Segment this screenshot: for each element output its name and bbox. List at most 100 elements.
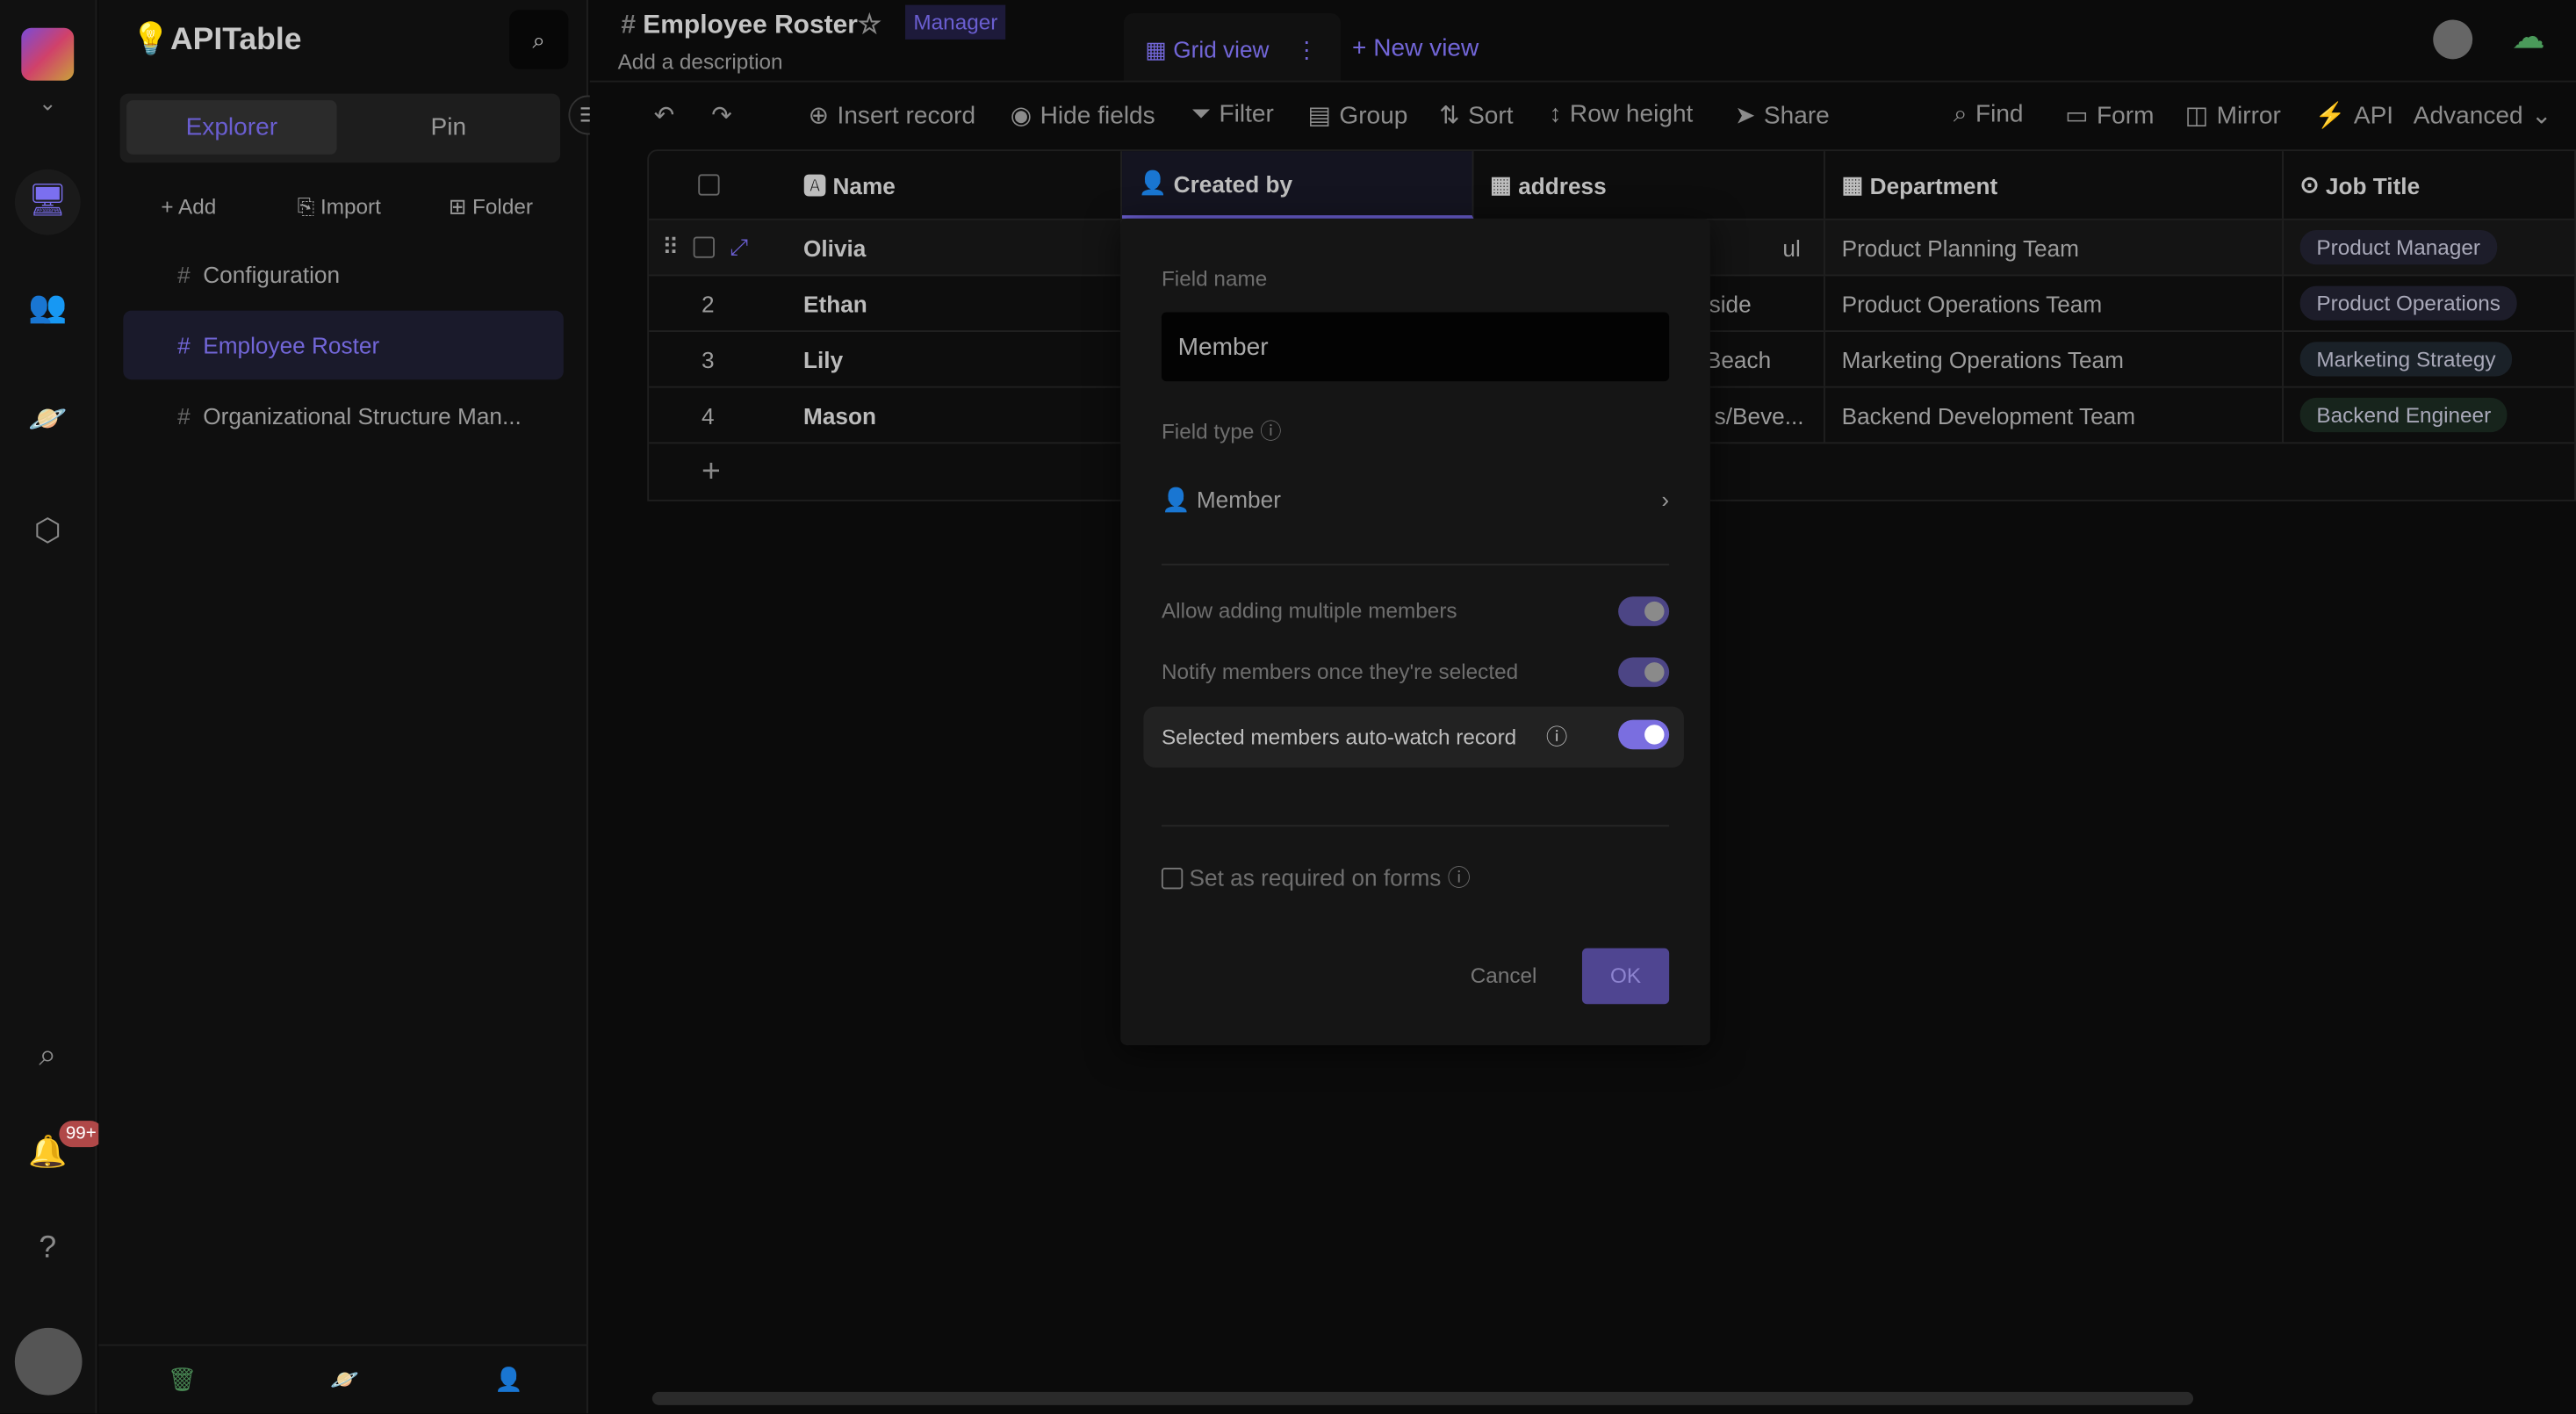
settings-hexagon-icon[interactable]: ⬡ [23, 508, 72, 557]
cloud-sync-icon[interactable]: ☁ [2512, 17, 2544, 58]
folder-label: Folder [472, 193, 533, 219]
help-icon[interactable]: ⓘ [1260, 419, 1281, 444]
help-icon[interactable]: ⓘ [1546, 725, 1567, 749]
horizontal-scrollbar[interactable] [651, 1391, 2194, 1405]
cell-job-title[interactable]: Marketing Strategy [2284, 332, 2576, 386]
sidebar-search-button[interactable]: ⌕ [509, 10, 569, 69]
filter-button[interactable]: ⏷ Filter [1191, 100, 1274, 128]
invite-user-icon[interactable]: 👤 [494, 1366, 523, 1394]
description[interactable]: Add a description [618, 49, 783, 74]
group-button[interactable]: ▤ Group [1307, 100, 1407, 130]
more-icon[interactable]: ⋮ [1295, 36, 1318, 62]
form-button[interactable]: ▭ Form [2065, 100, 2154, 130]
chevron-down-icon[interactable]: ⌄ [23, 79, 72, 128]
sidebar-item-organizational-structure[interactable]: # Organizational Structure Man... [177, 402, 522, 429]
share-avatar[interactable] [2433, 19, 2473, 60]
toggle-label: Notify members once they're selected [1161, 659, 1519, 684]
single-select-icon: ⊙ [2299, 170, 2320, 198]
members-icon[interactable]: 👥 [23, 285, 72, 334]
search-icon[interactable]: ⌕ [23, 1032, 72, 1081]
filter-icon: ⏷ [1191, 100, 1212, 128]
member-icon: 👤 [1161, 486, 1191, 513]
column-header-address[interactable]: ▦ address [1473, 151, 1825, 219]
auto-watch-toggle[interactable] [1618, 719, 1670, 750]
help-icon[interactable]: ? [23, 1224, 72, 1273]
column-header-department[interactable]: ▦ Department [1825, 151, 2284, 219]
member-icon: 👤 [1138, 169, 1168, 196]
chevron-right-icon: › [1661, 486, 1670, 513]
sidebar-item-employee-roster[interactable]: # Employee Roster [123, 310, 564, 380]
row-number: 2 [702, 290, 715, 317]
row-checkbox[interactable] [694, 236, 716, 258]
explore-planet-icon[interactable]: 🪐 [23, 396, 72, 445]
workbench-icon[interactable]: 🖥 [14, 169, 81, 235]
row-height-button[interactable]: ↕ Row height [1550, 100, 1694, 128]
ok-button[interactable]: OK [1581, 948, 1670, 1005]
cell-name[interactable]: Olivia [787, 220, 1123, 275]
insert-record-button[interactable]: ⊕ Insert record [809, 100, 975, 130]
cell-job-title[interactable]: Product Manager [2284, 220, 2576, 275]
tab-explorer[interactable]: Explorer [126, 100, 337, 155]
row-height-icon: ↕ [1549, 100, 1562, 128]
column-header-job-title[interactable]: ⊙ Job Title [2284, 151, 2576, 219]
cell-department[interactable]: Product Planning Team [1825, 220, 2284, 275]
find-button[interactable]: ⌕ Find [1954, 100, 2024, 128]
item-label: Organizational Structure Man... [203, 402, 522, 429]
field-icon: ▦ [1841, 170, 1864, 198]
column-header-created-by[interactable]: 👤 Created by [1122, 151, 1474, 219]
form-icon: ▭ [2065, 102, 2089, 130]
cell-department[interactable]: Backend Development Team [1825, 387, 2284, 443]
share-button[interactable]: ➤ Share [1735, 100, 1830, 130]
cell-job-title[interactable]: Backend Engineer [2284, 388, 2576, 443]
column-header-name[interactable]: 🅰 Name [787, 151, 1123, 219]
drag-handle-icon[interactable]: ⠿ [662, 234, 679, 262]
cell-department[interactable]: Product Operations Team [1825, 276, 2284, 331]
sidebar-footer: 🗑 🪐 👤 [98, 1344, 588, 1414]
cell-name[interactable]: Ethan [787, 276, 1123, 331]
sort-button[interactable]: ⇅ Sort [1439, 100, 1513, 130]
expand-record-icon[interactable]: ⤢ [730, 234, 748, 262]
toggle-label: Allow adding multiple members [1161, 598, 1457, 624]
toggle-label: Selected members auto-watch record ⓘ [1161, 725, 1568, 750]
hide-fields-button[interactable]: ◉ Hide fields [1011, 100, 1155, 130]
planet-icon[interactable]: 🪐 [330, 1366, 359, 1394]
required-on-forms-checkbox[interactable]: Set as required on forms ⓘ [1161, 862, 1471, 894]
avatar[interactable] [14, 1327, 83, 1396]
space-logo[interactable] [21, 27, 75, 81]
cell-job-title[interactable]: Product Operations [2284, 276, 2576, 330]
role-badge: Manager [905, 4, 1006, 40]
api-button[interactable]: ⚡ API [2315, 100, 2394, 130]
add-button[interactable]: + Add [161, 194, 216, 219]
folder-button[interactable]: ⊞ Folder [449, 194, 533, 220]
field-icon: ▦ [1490, 170, 1512, 198]
plus-circle-icon: ⊕ [808, 102, 830, 130]
sidebar-item-configuration[interactable]: # Configuration [177, 262, 340, 288]
left-rail: ⌄ 🖥 👥 🪐 ⬡ ⌕ 🔔 99+ ? [0, 0, 104, 1414]
new-view-button[interactable]: + New view [1352, 34, 1479, 62]
undo-button[interactable]: ↶ [654, 100, 675, 130]
help-icon[interactable]: ⓘ [1448, 864, 1471, 891]
notify-members-toggle[interactable] [1618, 657, 1670, 688]
group-icon: ▤ [1307, 102, 1332, 130]
cell-name[interactable]: Lily [787, 331, 1123, 386]
bulb-icon: 💡 [131, 23, 170, 58]
tab-pin[interactable]: Pin [343, 100, 554, 155]
advanced-button[interactable]: Advanced ⌄ [2414, 100, 2552, 130]
trash-icon[interactable]: 🗑 [168, 1366, 197, 1394]
tab-grid-view[interactable]: ▦ Grid view ⋮ [1123, 12, 1341, 83]
redo-button[interactable]: ↷ [711, 100, 732, 130]
allow-multiple-toggle[interactable] [1618, 596, 1670, 626]
star-icon[interactable]: ☆ [858, 11, 881, 40]
cell-department[interactable]: Marketing Operations Team [1825, 331, 2284, 386]
add-row-button[interactable]: + [702, 453, 721, 491]
select-all-checkbox[interactable] [649, 151, 787, 219]
field-name-input[interactable]: Member [1161, 312, 1670, 382]
cancel-button[interactable]: Cancel [1471, 963, 1537, 988]
field-name-label: Field name [1161, 266, 1268, 292]
field-type-select[interactable]: 👤 Member › [1162, 487, 1669, 515]
import-button[interactable]: ⎘ Import [298, 194, 381, 220]
cell-name[interactable]: Mason [787, 387, 1123, 443]
mirror-button[interactable]: ◫ Mirror [2185, 100, 2281, 130]
folder-icon: ⊞ [448, 193, 467, 219]
item-label: Employee Roster [203, 331, 380, 358]
